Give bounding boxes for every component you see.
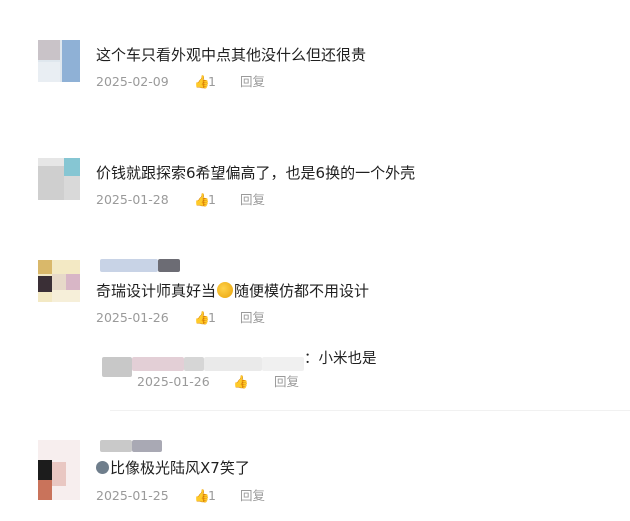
like-button[interactable]: 👍 bbox=[233, 374, 249, 390]
thumbs-up-icon: 👍 bbox=[194, 74, 210, 89]
avatar[interactable] bbox=[38, 440, 80, 500]
thumbs-up-icon: 👍 bbox=[233, 374, 249, 389]
blurred-username bbox=[100, 440, 132, 452]
comment-text: 价钱就跟探索6希望偏高了，也是6换的一个外壳 bbox=[96, 164, 416, 182]
blurred-username bbox=[132, 357, 184, 371]
like-button[interactable]: 👍1 bbox=[194, 192, 216, 208]
like-count: 1 bbox=[208, 488, 216, 503]
reply-button[interactable]: 回复 bbox=[274, 374, 299, 390]
like-count: 1 bbox=[208, 192, 216, 207]
comment-date: 2025-01-25 bbox=[96, 488, 169, 503]
avatar[interactable] bbox=[38, 260, 80, 302]
avatar[interactable] bbox=[38, 158, 80, 200]
comment-date: 2025-01-26 bbox=[96, 310, 169, 325]
reply-button[interactable]: 回复 bbox=[240, 192, 265, 208]
thumbs-up-icon: 👍 bbox=[194, 488, 210, 503]
blurred-username bbox=[184, 357, 204, 371]
sub-reply-date: 2025-01-26 bbox=[137, 374, 210, 389]
like-button[interactable]: 👍1 bbox=[194, 74, 216, 90]
like-button[interactable]: 👍1 bbox=[194, 310, 216, 326]
reply-button[interactable]: 回复 bbox=[240, 488, 265, 504]
blurred-username bbox=[102, 357, 132, 377]
comment-text: 比像极光陆风X7笑了 bbox=[96, 458, 250, 478]
comment-text-part: 比像极光陆风X7笑了 bbox=[110, 459, 250, 477]
thumbs-up-icon: 👍 bbox=[194, 310, 210, 325]
reply-button[interactable]: 回复 bbox=[240, 310, 265, 326]
divider bbox=[110, 410, 630, 411]
like-count: 1 bbox=[208, 74, 216, 89]
like-button[interactable]: 👍1 bbox=[194, 488, 216, 504]
comment-date: 2025-01-28 bbox=[96, 192, 169, 207]
blurred-username bbox=[204, 357, 262, 371]
comment-text-part: 随便模仿都不用设计 bbox=[234, 282, 370, 300]
comment-date: 2025-02-09 bbox=[96, 74, 169, 89]
comment-text-part: 奇瑞设计师真好当 bbox=[96, 282, 217, 300]
emoji-icon bbox=[96, 461, 109, 474]
blurred-username bbox=[158, 259, 180, 272]
comment-text: 奇瑞设计师真好当 随便模仿都不用设计 bbox=[96, 281, 369, 301]
avatar[interactable] bbox=[38, 40, 80, 82]
blurred-username bbox=[262, 357, 304, 371]
sub-reply-text: ：小米也是 bbox=[304, 351, 377, 367]
reply-button[interactable]: 回复 bbox=[240, 74, 265, 90]
comment-text: 这个车只看外观中点其他没什么但还很贵 bbox=[96, 46, 367, 64]
blurred-username bbox=[132, 440, 162, 452]
thumbs-up-icon: 👍 bbox=[194, 192, 210, 207]
blurred-username bbox=[100, 259, 158, 272]
like-count: 1 bbox=[208, 310, 216, 325]
laughing-emoji-icon bbox=[217, 282, 234, 298]
